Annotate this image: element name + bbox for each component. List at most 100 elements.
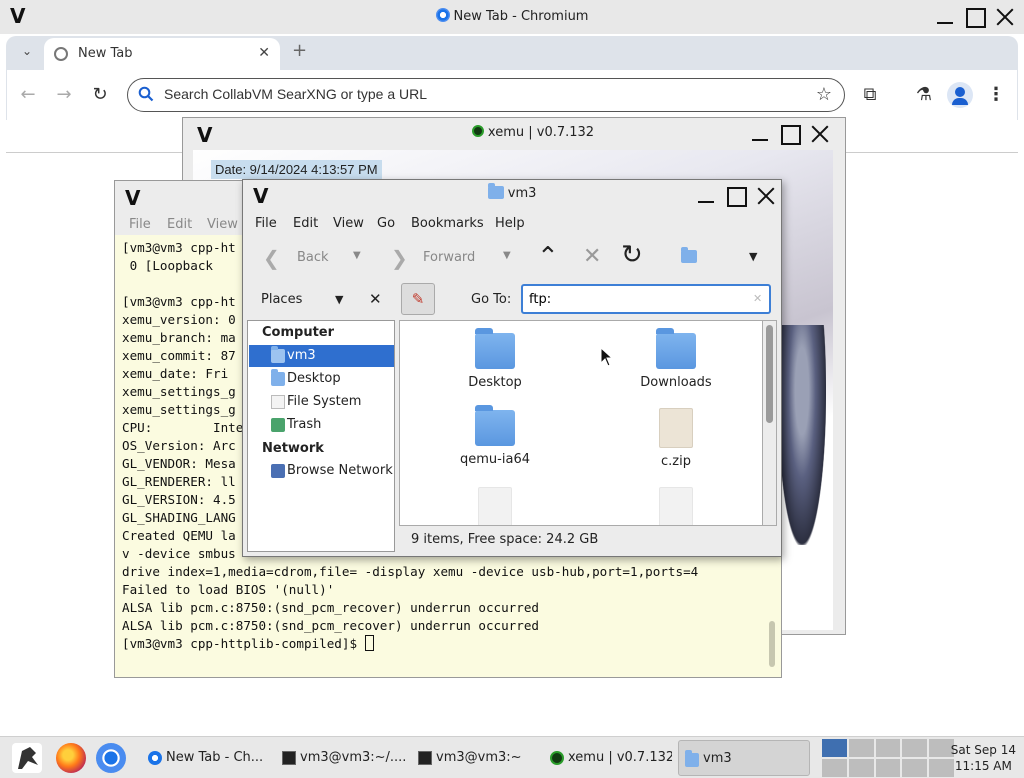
xemu-icon [550, 751, 564, 765]
globe-icon [54, 47, 68, 61]
workspace-pager[interactable] [822, 739, 954, 777]
workspace-4[interactable] [902, 739, 928, 757]
back-history-dropdown-icon[interactable]: ▼ [353, 250, 361, 261]
stop-icon[interactable]: ✕ [583, 242, 601, 272]
sidebar-item-desktop[interactable]: Desktop [249, 368, 394, 390]
sidebar-item-trash[interactable]: Trash [249, 414, 394, 436]
taskbar-item-label: xemu | v0.7.132 [568, 750, 672, 765]
taskbar-item-terminal-1[interactable]: vm3@vm3:~/.... [276, 740, 406, 776]
terminal-menu-file[interactable]: File [129, 217, 151, 232]
file-item-c-zip[interactable]: c.zip [616, 408, 736, 469]
chromium-launcher-icon[interactable] [96, 743, 126, 773]
maximize-icon[interactable] [964, 6, 986, 28]
file-item-qemu-ia64[interactable]: qemu-ia64 [435, 405, 555, 467]
workspace-9[interactable] [902, 759, 928, 777]
window-menu-icon[interactable]: V [197, 123, 212, 147]
location-dropdown-icon[interactable]: ▼ [749, 250, 757, 263]
menu-edit[interactable]: Edit [293, 216, 318, 231]
close-icon[interactable] [994, 6, 1016, 28]
start-menu-icon[interactable] [12, 743, 42, 773]
scrollbar-thumb[interactable] [766, 325, 773, 423]
close-icon[interactable] [755, 185, 777, 207]
sidebar-item-browse-network[interactable]: Browse Network [249, 460, 394, 482]
sidebar-item-vm3[interactable]: vm3 [249, 345, 394, 367]
forward-button[interactable]: Forward [423, 250, 475, 265]
extensions-puzzle-icon[interactable]: ⧉ [859, 84, 881, 106]
terminal-icon [282, 751, 296, 765]
minimize-icon[interactable] [695, 185, 717, 207]
places-selector[interactable]: Places [261, 292, 302, 307]
workspace-7[interactable] [848, 759, 874, 777]
menu-bookmarks[interactable]: Bookmarks [411, 216, 484, 231]
terminal-menu-view[interactable]: View [207, 217, 238, 232]
forward-chevron-icon[interactable]: ❯ [391, 246, 408, 270]
sidebar-item-file-system[interactable]: File System [249, 391, 394, 413]
omnibox-input[interactable] [164, 86, 764, 102]
menu-view[interactable]: View [333, 216, 364, 231]
close-side-pane-icon[interactable]: ✕ [369, 290, 382, 308]
file-item-downloads[interactable]: Downloads [616, 328, 736, 390]
file-view-scrollbar[interactable] [763, 320, 777, 526]
taskbar-item-terminal-2[interactable]: vm3@vm3:~ [412, 740, 538, 776]
reload-icon[interactable]: ↻ [89, 84, 111, 106]
workspace-2[interactable] [848, 739, 874, 757]
menu-help[interactable]: Help [495, 216, 525, 231]
tab-search-chevron-icon[interactable]: ⌄ [18, 44, 36, 62]
window-menu-icon[interactable]: V [125, 186, 140, 210]
taskbar-item-xemu[interactable]: xemu | v0.7.132 [544, 740, 672, 776]
workspace-6[interactable] [822, 759, 847, 777]
sidebar-item-label: Trash [287, 417, 322, 432]
game-character-figure [778, 325, 826, 545]
drive-icon [271, 395, 285, 409]
minimize-icon[interactable] [934, 6, 956, 28]
reload-icon[interactable]: ↻ [621, 240, 643, 270]
back-arrow-icon[interactable]: ← [17, 84, 39, 106]
chromium-icon [148, 751, 162, 765]
back-button[interactable]: Back [297, 250, 329, 265]
workspace-1[interactable] [822, 739, 847, 757]
clock[interactable]: Sat Sep 14 11:15 AM [951, 742, 1016, 774]
terminal-scrollbar[interactable] [769, 621, 775, 667]
clock-date: Sat Sep 14 [950, 743, 1016, 757]
goto-location-input[interactable] [521, 284, 771, 314]
new-tab-plus-icon[interactable]: + [292, 40, 307, 61]
forward-history-dropdown-icon[interactable]: ▼ [503, 250, 511, 261]
chromium-toolbar: ← → ↻ ☆ ⧉ ⚗ ⋮ [6, 70, 1018, 120]
side-pane-header: Places ▼ ✕ [247, 284, 395, 316]
close-icon[interactable] [809, 123, 831, 145]
workspace-3[interactable] [875, 739, 901, 757]
file-manager-window-controls [695, 185, 777, 207]
taskbar-item-chromium[interactable]: New Tab - Ch... [142, 740, 270, 776]
minimize-icon[interactable] [749, 123, 771, 145]
file-item-desktop[interactable]: Desktop [435, 328, 555, 390]
workspace-8[interactable] [875, 759, 901, 777]
forward-arrow-icon[interactable]: → [53, 84, 75, 106]
omnibox[interactable]: ☆ [127, 78, 845, 112]
maximize-icon[interactable] [779, 123, 801, 145]
folder-icon [475, 328, 515, 369]
up-chevron-icon[interactable]: ⌃ [537, 242, 559, 272]
file-item-partial[interactable] [435, 487, 555, 525]
chrome-menu-kebab-icon[interactable]: ⋮ [985, 84, 1007, 106]
back-chevron-icon[interactable]: ❮ [263, 246, 280, 270]
clock-time: 11:15 AM [954, 759, 1012, 773]
places-dropdown-icon[interactable]: ▼ [335, 293, 343, 306]
file-item-partial[interactable] [616, 487, 736, 525]
tab-new-tab[interactable]: New Tab ✕ [44, 38, 280, 70]
menu-go[interactable]: Go [377, 216, 395, 231]
terminal-menu-edit[interactable]: Edit [167, 217, 192, 232]
tab-close-icon[interactable]: ✕ [258, 45, 270, 61]
firefox-icon[interactable] [56, 743, 86, 773]
terminal-icon [418, 751, 432, 765]
menu-file[interactable]: File [255, 216, 277, 231]
location-edit-toggle-button[interactable]: ✎ [401, 283, 435, 315]
labs-flask-icon[interactable]: ⚗ [913, 84, 935, 106]
bookmark-star-icon[interactable]: ☆ [816, 84, 832, 105]
profile-avatar-icon[interactable] [947, 82, 973, 108]
taskbar-item-file-manager[interactable]: vm3 [678, 740, 810, 776]
terminal-line: Failed to load BIOS '(null)' [122, 582, 335, 597]
maximize-icon[interactable] [725, 185, 747, 207]
clear-location-icon[interactable]: ✕ [753, 292, 762, 305]
goto-label: Go To: [471, 292, 512, 307]
home-folder-icon[interactable] [681, 247, 697, 263]
